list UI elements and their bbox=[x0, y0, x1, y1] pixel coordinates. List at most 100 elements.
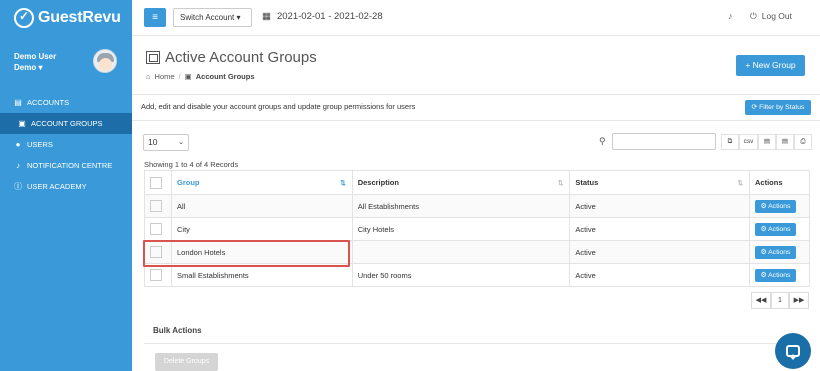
row-checkbox[interactable] bbox=[150, 200, 162, 212]
new-group-button[interactable]: + New Group bbox=[736, 55, 805, 76]
excel-button[interactable]: ▤ bbox=[758, 134, 776, 150]
date-range-text: 2021-02-01 - 2021-02-28 bbox=[276, 11, 383, 22]
chat-icon bbox=[786, 345, 800, 357]
column-header-status[interactable]: Status ⇅ bbox=[569, 170, 750, 195]
status-cell: Active bbox=[569, 194, 750, 218]
account-groups-icon bbox=[146, 51, 160, 64]
sidebar-item-label: USER ACADEMY bbox=[27, 182, 87, 191]
row-actions-button[interactable]: ⚙ Actions bbox=[754, 268, 796, 282]
menu-toggle-button[interactable]: ≡ bbox=[144, 8, 166, 27]
filter-by-status-button[interactable]: ⟳ Filter by Status bbox=[745, 100, 811, 115]
description-cell: City Hotels bbox=[351, 217, 571, 241]
row-checkbox[interactable] bbox=[150, 223, 162, 235]
group-cell: City bbox=[170, 217, 353, 241]
delete-groups-button[interactable]: Delete Groups bbox=[155, 353, 218, 371]
row-actions-button[interactable]: ⚙ Actions bbox=[754, 222, 796, 236]
main-content: Add, edit and disable your account group… bbox=[132, 96, 820, 371]
column-header-actions: Actions bbox=[748, 170, 811, 195]
actions-cell: ⚙ Actions bbox=[748, 263, 811, 287]
status-cell: Active bbox=[569, 217, 750, 241]
bell-icon: ♪ bbox=[16, 161, 20, 170]
page-header: Active Account Groups ⌂ Home / ▣ Account… bbox=[132, 37, 820, 95]
sidebar-item-label: ACCOUNT GROUPS bbox=[31, 119, 103, 128]
chat-widget-button[interactable] bbox=[775, 333, 811, 369]
notifications-bell-icon[interactable]: ♪ bbox=[728, 11, 733, 21]
row-select-cell bbox=[144, 217, 172, 241]
brand-name: GuestRevu bbox=[38, 9, 121, 26]
status-cell: Active bbox=[569, 240, 750, 264]
actions-cell: ⚙ Actions bbox=[748, 217, 811, 241]
date-range-picker[interactable]: ▦ 2021-02-01 - 2021-02-28 bbox=[262, 11, 383, 22]
table-row: City City Hotels Active ⚙ Actions bbox=[144, 217, 811, 241]
calendar-icon: ▦ bbox=[262, 11, 271, 22]
breadcrumb-group-icon: ▣ bbox=[184, 72, 192, 81]
user-account[interactable]: Demo ▾ bbox=[14, 63, 56, 72]
actions-cell: ⚙ Actions bbox=[748, 240, 811, 264]
breadcrumb-current: Account Groups bbox=[195, 72, 255, 81]
column-header-label: Group bbox=[176, 178, 200, 187]
divider bbox=[144, 343, 810, 344]
copy-button[interactable]: ⧉ bbox=[721, 134, 739, 150]
sort-asc-icon: ⇅ bbox=[340, 180, 346, 187]
breadcrumb-home[interactable]: Home bbox=[155, 72, 175, 81]
description-cell: Under 50 rooms bbox=[351, 263, 571, 287]
sidebar-item-accounts[interactable]: ▤ ACCOUNTS bbox=[0, 92, 132, 113]
sidebar-item-users[interactable]: ● USERS bbox=[0, 134, 132, 155]
table-row: London Hotels Active ⚙ Actions bbox=[144, 240, 811, 264]
description-cell bbox=[351, 240, 571, 264]
switch-account-dropdown[interactable]: Switch Account ▾ bbox=[173, 8, 252, 27]
search-icon: ⚲ bbox=[599, 136, 606, 146]
page-number-button[interactable]: 1 bbox=[771, 292, 789, 309]
logout-label: Log Out bbox=[761, 11, 792, 21]
breadcrumb-separator: / bbox=[178, 72, 181, 81]
previous-page-button[interactable]: ◀◀ bbox=[751, 292, 771, 309]
page-title: Active Account Groups bbox=[146, 49, 317, 66]
search-input[interactable] bbox=[612, 133, 716, 150]
logout-link[interactable]: ⏻ Log Out bbox=[750, 11, 792, 22]
row-select-cell bbox=[144, 194, 172, 218]
group-cell: London Hotels bbox=[170, 240, 353, 264]
actions-cell: ⚙ Actions bbox=[748, 194, 811, 218]
sidebar-item-label: USERS bbox=[27, 140, 53, 149]
table-row: Small Establishments Under 50 rooms Acti… bbox=[144, 263, 811, 287]
row-select-cell bbox=[144, 240, 172, 264]
brand-logo[interactable]: GuestRevu bbox=[14, 6, 121, 30]
home-icon: ⌂ bbox=[146, 72, 151, 81]
row-select-cell bbox=[144, 263, 172, 287]
csv-button[interactable]: csv bbox=[739, 134, 758, 150]
logo-icon bbox=[14, 8, 34, 28]
page-title-text: Active Account Groups bbox=[165, 49, 317, 66]
page-size-select[interactable]: 10 ⌄ bbox=[143, 134, 189, 151]
select-all-cell bbox=[144, 170, 172, 195]
user-block[interactable]: Demo User Demo ▾ bbox=[14, 52, 56, 72]
column-header-label: Description bbox=[357, 178, 399, 187]
user-name: Demo User bbox=[14, 52, 57, 61]
next-page-button[interactable]: ▶▶ bbox=[789, 292, 809, 309]
export-tools: ⧉ csv ▤ ▤ ⎙ bbox=[721, 134, 812, 150]
row-checkbox[interactable] bbox=[150, 269, 162, 281]
print-button[interactable]: ⎙ bbox=[794, 134, 812, 150]
pdf-button[interactable]: ▤ bbox=[776, 134, 794, 150]
status-cell: Active bbox=[569, 263, 750, 287]
logout-icon: ⏻ bbox=[750, 11, 757, 21]
sidebar-item-user-academy[interactable]: ⓘ USER ACADEMY bbox=[0, 176, 132, 197]
chevron-down-icon: ⌄ bbox=[178, 139, 184, 146]
sidebar-nav: ▤ ACCOUNTS ▣ ACCOUNT GROUPS ● USERS ♪ NO… bbox=[0, 92, 132, 197]
pagination: ◀◀ 1 ▶▶ bbox=[751, 292, 809, 309]
intro-text: Add, edit and disable your account group… bbox=[141, 102, 416, 111]
column-header-group[interactable]: Group ⇅ bbox=[170, 170, 353, 195]
row-actions-button[interactable]: ⚙ Actions bbox=[754, 199, 796, 213]
avatar[interactable] bbox=[93, 49, 117, 73]
user-icon: ● bbox=[15, 140, 21, 149]
sort-icon: ⇅ bbox=[557, 180, 564, 187]
column-header-description[interactable]: Description ⇅ bbox=[351, 170, 571, 195]
select-all-checkbox[interactable] bbox=[150, 176, 162, 189]
table-row: All All Establishments Active ⚙ Actions bbox=[144, 194, 811, 218]
sidebar-item-account-groups[interactable]: ▣ ACCOUNT GROUPS bbox=[0, 113, 132, 134]
row-checkbox[interactable] bbox=[150, 246, 162, 258]
row-actions-button[interactable]: ⚙ Actions bbox=[754, 245, 796, 259]
sidebar: GuestRevu Demo User Demo ▾ ▤ ACCOUNTS ▣ … bbox=[0, 0, 132, 371]
table-header-row: Group ⇅ Description ⇅ Status ⇅ Actions bbox=[144, 170, 811, 195]
list-icon: ▤ bbox=[14, 98, 22, 107]
sidebar-item-notification-centre[interactable]: ♪ NOTIFICATION CENTRE bbox=[0, 155, 132, 176]
